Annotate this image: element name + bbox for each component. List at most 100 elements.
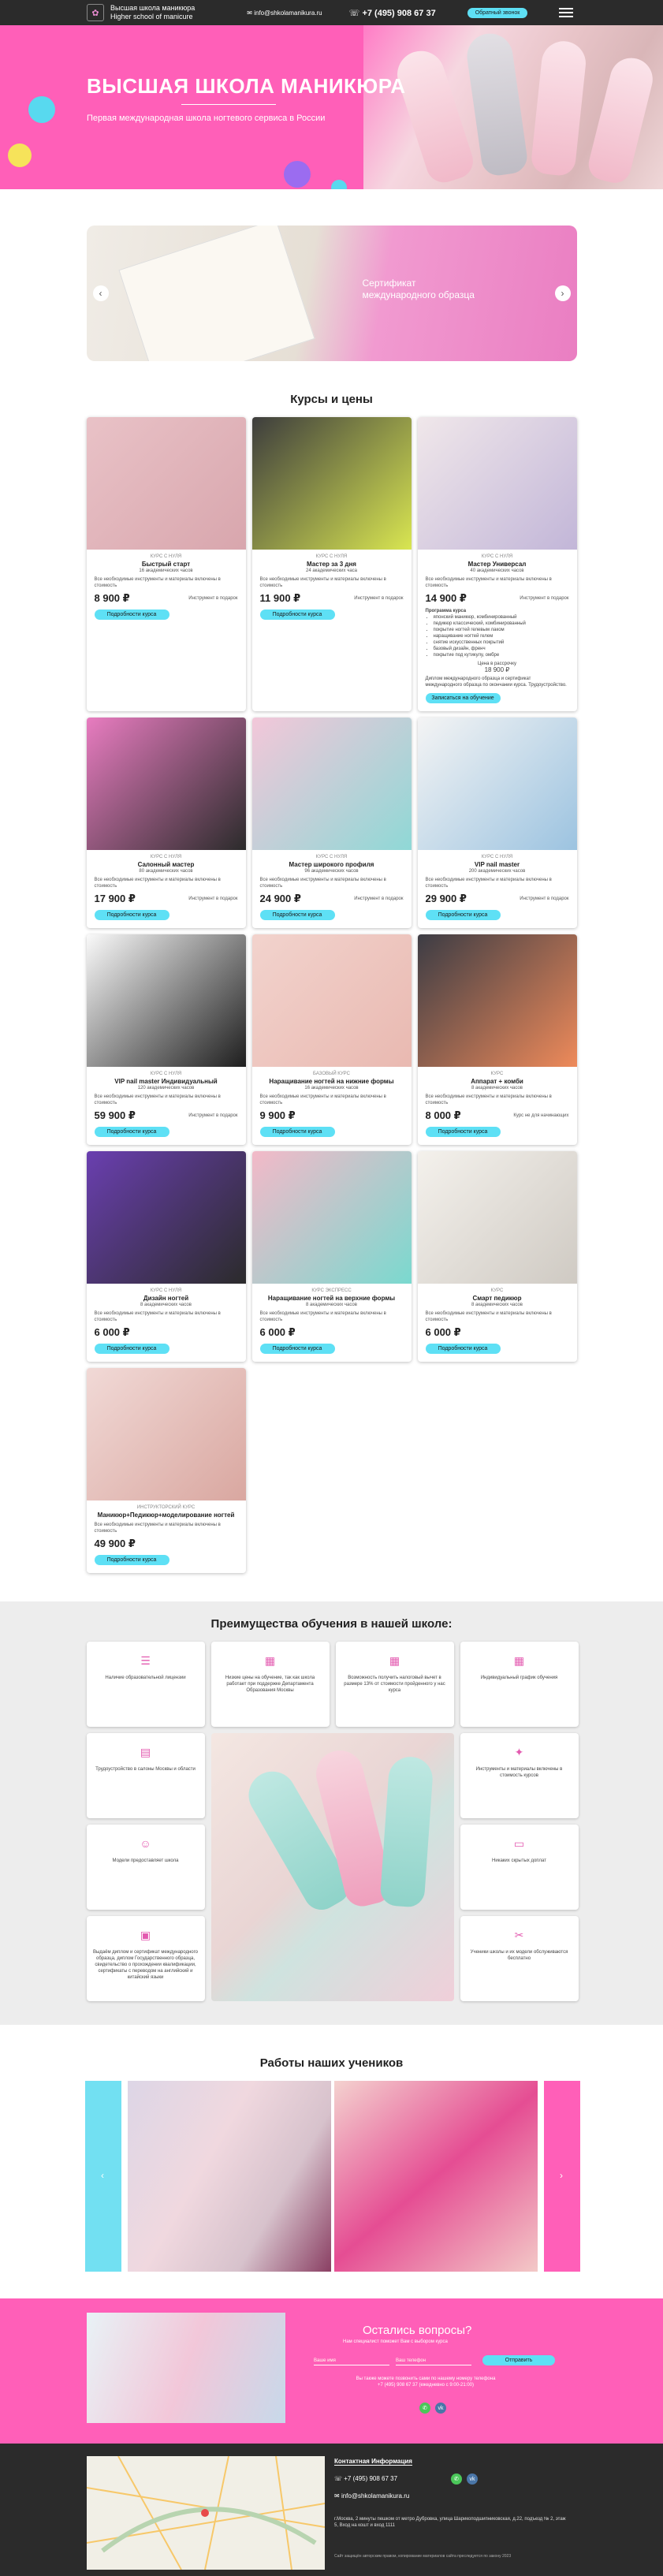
advantage-text: Выдаём диплом и сертификат международног… <box>92 1950 199 1980</box>
calendar-icon: ▦ <box>513 1654 525 1667</box>
advantage-item: ☰ Наличие образовательной лицензии <box>86 1642 205 1727</box>
courses-grid: Курс с нуля Быстрый старт 16 академическ… <box>86 417 577 1573</box>
certificate-image <box>117 226 315 361</box>
course-price: 11 900 ₽ <box>259 592 301 604</box>
decor-dot <box>284 161 311 188</box>
course-details-button[interactable]: Подробности курса <box>259 1344 335 1354</box>
course-card: Курс с нуля VIP nail master 200 академич… <box>417 718 577 928</box>
calendar-icon: ▦ <box>264 1654 276 1667</box>
course-name: Наращивание ногтей на верхние формы <box>267 1295 396 1302</box>
course-note: Курс не для начинающих <box>513 1113 569 1118</box>
model-icon: ☺ <box>140 1837 151 1850</box>
decor-dot <box>28 96 55 123</box>
contact-subtitle: Нам специалист поможет Вам с выбором кур… <box>343 2339 448 2344</box>
advantage-text: Инструменты и материалы включены в стоим… <box>475 1767 563 1778</box>
course-card: Курс с нуля Салонный мастер 80 академиче… <box>86 718 246 928</box>
course-type: Инструкторский курс <box>136 1505 196 1510</box>
send-button[interactable]: Отправить <box>482 2355 555 2365</box>
course-details-button[interactable]: Подробности курса <box>425 1344 501 1354</box>
whatsapp-icon[interactable]: ✆ <box>419 2403 430 2414</box>
course-card: Курс с нуля Мастер Универсал 40 академич… <box>417 417 577 711</box>
course-price: 14 900 ₽ <box>425 592 467 604</box>
advantage-item: ☺ Модели предоставляет школа <box>86 1825 205 1910</box>
course-details-button[interactable]: Подробности курса <box>425 910 501 920</box>
course-name: VIP nail master <box>474 861 520 868</box>
advantages-grid: ☰ Наличие образовательной лицензии ▦ Низкие… <box>86 1642 579 2001</box>
callback-button[interactable]: Обратный звонок <box>467 7 528 18</box>
footer-title: Контактная Информация <box>334 2458 412 2466</box>
advantage-text: Наличие образовательной лицензии <box>105 1676 186 1680</box>
diploma-text: Диплом международного образца и сертифик… <box>425 677 567 688</box>
course-type: Курс с нуля <box>481 855 513 859</box>
advantage-item: ▦ Возможность получить налоговый вычет в … <box>335 1642 454 1727</box>
vk-icon[interactable]: vk <box>435 2403 446 2414</box>
course-type: Курс с нуля <box>150 554 182 559</box>
phone-input[interactable]: Ваш телефон <box>396 2358 471 2365</box>
footer-phone[interactable]: ☏ +7 (495) 908 67 37 <box>334 2475 397 2482</box>
course-details-button[interactable]: Подробности курса <box>425 1127 501 1137</box>
course-name: Маникюр+Педикюр+моделирование ногтей <box>97 1512 235 1519</box>
decor-dot <box>331 180 347 189</box>
slider-prev-icon[interactable]: ‹ <box>92 285 109 301</box>
course-price: 6 000 ₽ <box>94 1326 130 1338</box>
course-hours: 40 академических часов <box>470 569 524 573</box>
brand-name: Высшая школа маникюра <box>110 4 196 12</box>
works-next-area[interactable]: › <box>544 2081 580 2272</box>
course-image <box>417 1151 577 1284</box>
course-image <box>86 417 246 550</box>
certificate-slider: Сертификат международного образца ‹ › <box>86 226 577 361</box>
hero-subtitle: Первая международная школа ногтевого сер… <box>87 114 326 123</box>
advantage-text: Индивидуальный график обучения <box>480 1676 558 1680</box>
brand[interactable]: Высшая школа маникюра Higher school of m… <box>110 4 195 21</box>
course-image <box>417 417 577 550</box>
course-details-button[interactable]: Подробности курса <box>94 1344 169 1354</box>
logo-icon[interactable]: ✿ <box>87 4 104 21</box>
course-details-button[interactable]: Подробности курса <box>94 1555 169 1565</box>
course-card: Курс Смарт педикюр 8 академических часов… <box>417 1151 577 1362</box>
advantages-nails-image <box>210 1733 454 2001</box>
course-details-button[interactable]: Подробности курса <box>259 1127 335 1137</box>
course-image <box>417 934 577 1067</box>
name-input[interactable]: Ваше имя <box>314 2358 389 2365</box>
course-price: 49 900 ₽ <box>94 1538 136 1549</box>
course-details-button[interactable]: Подробности курса <box>94 610 169 620</box>
advantage-item: ▦ Низкие цены на обучение, так как школа … <box>210 1642 330 1727</box>
header-phone[interactable]: ☏ +7 (495) 908 67 37 <box>349 8 436 18</box>
course-details-button[interactable]: Подробности курса <box>94 1127 169 1137</box>
course-details-button[interactable]: Подробности курса <box>259 610 335 620</box>
gallery-next-icon[interactable]: › <box>553 2168 569 2183</box>
email-text: info@shkolamanikura.ru <box>254 9 322 17</box>
course-details-button[interactable]: Подробности курса <box>94 910 169 920</box>
course-type: Курс экспресс <box>311 1288 352 1293</box>
works-prev-area[interactable]: ‹ <box>85 2081 121 2272</box>
menu-icon[interactable] <box>559 8 574 17</box>
doc-icon: ▤ <box>140 1746 151 1758</box>
header-email[interactable]: ✉ info@shkolamanikura.ru <box>247 9 322 17</box>
top-header: ✿ Высшая школа маникюра Higher school of… <box>0 0 663 25</box>
course-card: Курс с нуля Быстрый старт 16 академическ… <box>86 417 246 711</box>
course-type: Курс с нуля <box>150 855 182 859</box>
course-description: Все необходимые инструменты и материалы … <box>94 878 221 889</box>
footer-email[interactable]: ✉ info@shkolamanikura.ru <box>334 2492 409 2500</box>
course-hours: 8 академических часов <box>471 1086 523 1090</box>
course-note: Инструмент в подарок <box>354 596 404 601</box>
brand-name-en: Higher school of manicure <box>110 13 193 21</box>
course-image <box>86 1368 246 1500</box>
course-name: Мастер широкого профиля <box>289 861 374 868</box>
footer-whatsapp-icon[interactable]: ✆ <box>451 2473 462 2485</box>
course-description: Все необходимые инструменты и материалы … <box>94 1311 221 1322</box>
slider-next-icon[interactable]: › <box>554 285 571 301</box>
course-price: 29 900 ₽ <box>425 893 467 904</box>
course-description: Все необходимые инструменты и материалы … <box>425 577 552 588</box>
gallery-prev-icon[interactable]: ‹ <box>95 2168 110 2183</box>
course-price: 6 000 ₽ <box>259 1326 296 1338</box>
course-image <box>86 718 246 850</box>
course-hours: 8 академических часов <box>140 1303 192 1307</box>
course-price: 8 900 ₽ <box>94 592 130 604</box>
advantage-text: Модели предоставляет школа <box>112 1858 179 1863</box>
course-details-button[interactable]: Подробности курса <box>259 910 335 920</box>
footer-vk-icon[interactable]: vk <box>467 2473 478 2485</box>
map[interactable] <box>87 2456 325 2570</box>
course-name: Мастер Универсал <box>467 561 527 568</box>
signup-button[interactable]: Записаться на обучение <box>425 693 501 703</box>
